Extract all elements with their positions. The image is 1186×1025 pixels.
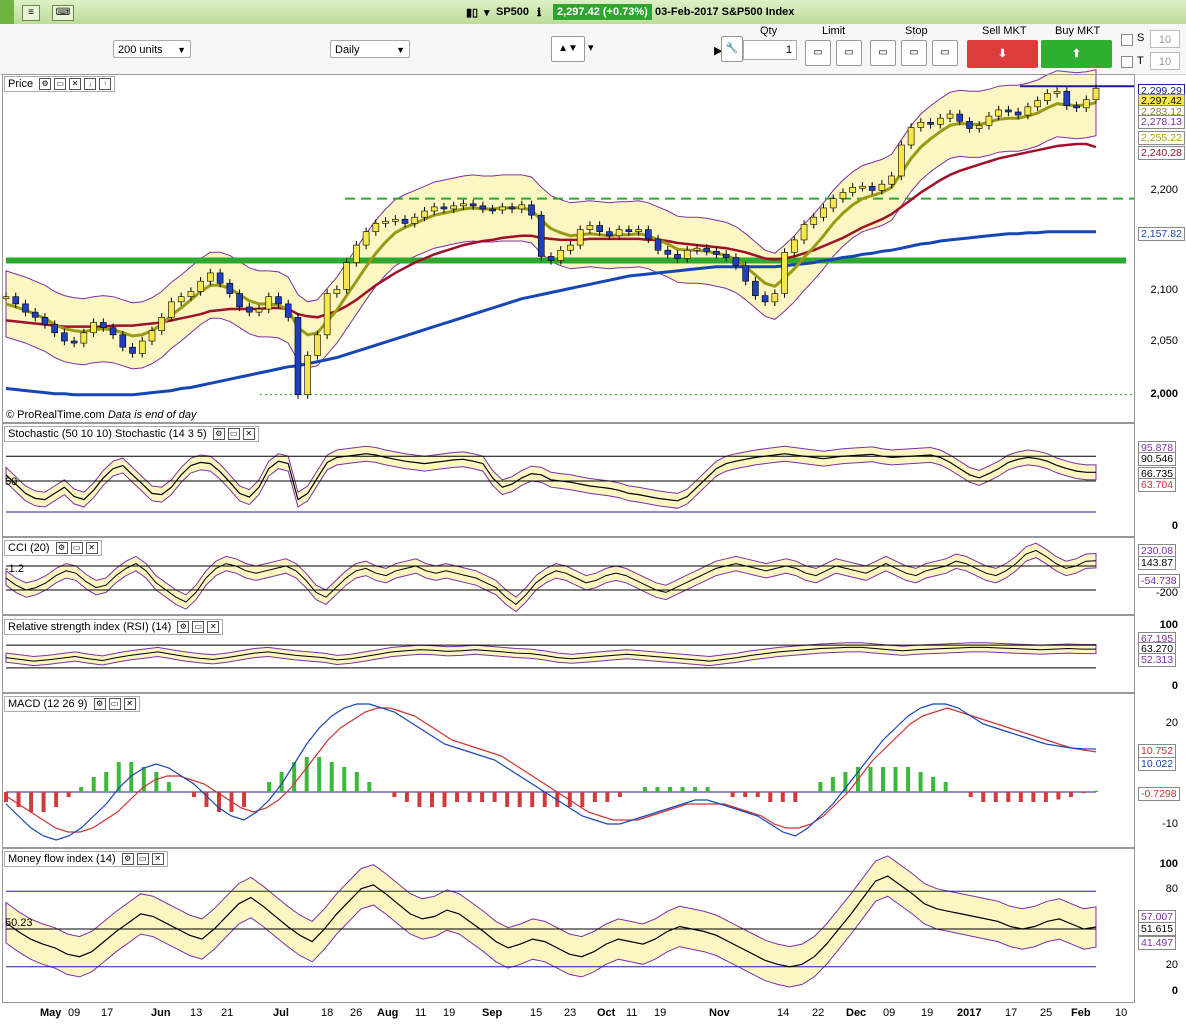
x-axis-tick: 19 <box>921 1007 934 1019</box>
cci-axis-tick: -200 <box>1155 587 1178 599</box>
x-axis-tick: 26 <box>350 1007 363 1019</box>
x-axis-tick: 09 <box>883 1007 896 1019</box>
price-panel <box>2 74 1135 423</box>
price-panel-label: Price ⚙ ▭ ✕ ↓ ↑ <box>4 76 116 93</box>
x-axis-tick: Aug <box>377 1007 399 1019</box>
mfi-tag: 51.615 <box>1138 922 1177 936</box>
macd-axis-tick: 20 <box>1165 717 1178 729</box>
x-axis-tick: May <box>40 1007 62 1019</box>
x-axis-tick: 15 <box>530 1007 543 1019</box>
rsi-tag: 52.313 <box>1138 653 1177 667</box>
x-axis-tick: 14 <box>777 1007 790 1019</box>
stochastic-tag: 63.704 <box>1138 478 1177 492</box>
price-tag-ma-mid: 2,240.28 <box>1138 146 1185 160</box>
rsi-panel-label: Relative strength index (RSI) (14) ⚙ ▭ ✕ <box>4 619 224 636</box>
mfi-label-text: Money flow index (14) <box>8 853 116 865</box>
rsi-axis-tick: 100 <box>1159 619 1178 631</box>
price-tag-ma-slow: 2,157.82 <box>1138 227 1185 241</box>
wrench-icon[interactable]: ⚙ <box>121 853 134 866</box>
stochastic-axis-tick: 0 <box>1171 520 1178 532</box>
macd-label-text: MACD (12 26 9) <box>8 698 88 710</box>
eod-note: Data is end of day <box>107 409 197 421</box>
x-axis-tick: 25 <box>1040 1007 1053 1019</box>
mfi-tag: 41.497 <box>1138 936 1177 950</box>
close-icon[interactable]: ✕ <box>69 78 82 91</box>
close-icon[interactable]: ✕ <box>85 542 98 555</box>
x-axis-tick: 22 <box>812 1007 825 1019</box>
mfi-axis-tick: 20 <box>1165 959 1178 971</box>
wrench-icon[interactable]: ⚙ <box>212 428 225 441</box>
cci-tag: -54.738 <box>1138 574 1180 588</box>
mfi-panel <box>2 848 1135 1003</box>
stochastic-label-text: Stochastic (50 10 10) Stochastic (14 3 5… <box>8 428 207 440</box>
x-axis-tick: 17 <box>101 1007 114 1019</box>
x-axis-tick: Nov <box>709 1007 730 1019</box>
x-axis-tick: 13 <box>190 1007 203 1019</box>
wrench-icon[interactable]: ⚙ <box>55 542 68 555</box>
window-icon[interactable]: ▭ <box>227 428 240 441</box>
x-axis-tick: Dec <box>846 1007 867 1019</box>
price-tag-band: 2,278.13 <box>1138 115 1185 129</box>
macd-tag: 10.022 <box>1138 757 1177 771</box>
x-axis-tick: 19 <box>654 1007 667 1019</box>
macd-panel <box>2 693 1135 848</box>
copyright-note: © ProRealTime.com Data is end of day <box>6 409 197 421</box>
sell-arrow-icon[interactable]: ↓ <box>84 78 97 91</box>
x-axis-tick: 10 <box>1115 1007 1128 1019</box>
mfi-axis-tick: 0 <box>1171 985 1178 997</box>
x-axis-tick: Jun <box>151 1007 171 1019</box>
x-axis-tick: 18 <box>321 1007 334 1019</box>
x-axis-tick: 17 <box>1005 1007 1018 1019</box>
cci-label-text: CCI (20) <box>8 542 50 554</box>
close-icon[interactable]: ✕ <box>207 621 220 634</box>
close-icon[interactable]: ✕ <box>123 698 136 711</box>
window-icon[interactable]: ▭ <box>70 542 83 555</box>
macd-panel-label: MACD (12 26 9) ⚙ ▭ ✕ <box>4 696 140 713</box>
price-axis-tick: 2,000 <box>1150 388 1178 400</box>
cci-panel <box>2 537 1135 615</box>
price-label-text: Price <box>8 78 34 90</box>
x-axis-tick: 2017 <box>957 1007 982 1019</box>
copyright-text: © ProRealTime.com <box>6 409 105 421</box>
macd-axis-tick: -10 <box>1162 818 1178 830</box>
x-axis-tick: Oct <box>597 1007 616 1019</box>
wrench-icon[interactable]: ⚙ <box>177 621 190 634</box>
mfi-axis-tick: 80 <box>1165 883 1178 895</box>
wrench-icon[interactable]: ⚙ <box>39 78 52 91</box>
stochastic-panel-label: Stochastic (50 10 10) Stochastic (14 3 5… <box>4 426 259 443</box>
price-axis-tick: 2,200 <box>1150 184 1178 196</box>
price-axis-tick: 2,050 <box>1150 335 1178 347</box>
mfi-axis-tick: 100 <box>1159 858 1178 870</box>
price-tag-stop: 2,255.22 <box>1138 131 1185 145</box>
x-axis-tick: 11 <box>415 1007 427 1019</box>
rsi-axis-tick: 0 <box>1171 680 1178 692</box>
window-icon[interactable]: ▭ <box>108 698 121 711</box>
x-axis-tick: 23 <box>564 1007 577 1019</box>
cci-level-label: -1.2 <box>5 563 24 575</box>
stochastic-tag: 90.546 <box>1138 452 1177 466</box>
price-axis-tick: 2,100 <box>1150 284 1178 296</box>
x-axis-tick: 21 <box>221 1007 234 1019</box>
wrench-icon[interactable]: ⚙ <box>93 698 106 711</box>
close-icon[interactable]: ✕ <box>242 428 255 441</box>
mfi-panel-label: Money flow index (14) ⚙ ▭ ✕ <box>4 851 168 868</box>
window-icon[interactable]: ▭ <box>54 78 67 91</box>
close-icon[interactable]: ✕ <box>151 853 164 866</box>
x-axis-tick: 19 <box>443 1007 456 1019</box>
cci-tag: 143.87 <box>1138 556 1177 570</box>
buy-arrow-icon[interactable]: ↑ <box>99 78 112 91</box>
x-axis-tick: Feb <box>1071 1007 1091 1019</box>
rsi-label-text: Relative strength index (RSI) (14) <box>8 621 172 633</box>
x-axis-tick: 11 <box>626 1007 638 1019</box>
macd-tag: -0.7298 <box>1138 787 1180 801</box>
x-axis-tick: Sep <box>482 1007 503 1019</box>
mfi-level-label: 50.23 <box>5 917 33 929</box>
macd-tag: 10.752 <box>1138 744 1177 758</box>
x-axis-tick: 09 <box>68 1007 81 1019</box>
x-axis-tick: Jul <box>273 1007 289 1019</box>
stochastic-level-label: 50 <box>5 476 18 488</box>
cci-panel-label: CCI (20) ⚙ ▭ ✕ <box>4 540 102 557</box>
window-icon[interactable]: ▭ <box>136 853 149 866</box>
window-icon[interactable]: ▭ <box>192 621 205 634</box>
